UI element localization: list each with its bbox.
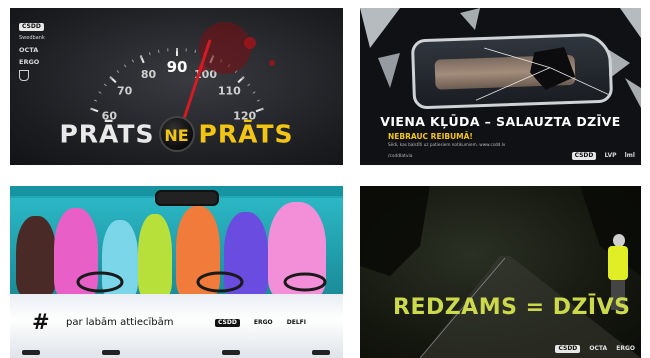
speed-minor-tick <box>123 64 127 68</box>
labam-slogan: par labām attiecībām <box>66 317 174 328</box>
logo-csdd: CSDD <box>571 152 597 160</box>
campaign-tile-viena-kluda[interactable]: VIENA KĻŪDA – SALAUZTA DZĪVE NEBRAUC REI… <box>360 8 641 165</box>
viena-subhead: NEBRAUC REIBUMĀ! <box>388 132 473 141</box>
logo-lml: lml <box>624 152 635 159</box>
bus-lights <box>22 349 342 355</box>
logo-lvp: LVP <box>604 152 617 159</box>
steering-wheels <box>76 271 327 293</box>
mirror-crack <box>475 47 612 101</box>
speed-minor-tick <box>157 49 160 53</box>
campaign-tile-redzams-dzivs[interactable]: REDZAMS = DZĪVS CSDD OCTA ERGO <box>360 186 641 358</box>
bus-cabin <box>10 198 343 298</box>
speed-minor-tick <box>247 83 251 87</box>
campaign-tile-prats[interactable]: CSDD Swedbank OCTA ERGO 60 70 80 90 100 110 12… <box>10 8 343 165</box>
reflective-vest <box>608 246 628 280</box>
redzams-headline: REDZAMS = DZĪVS <box>393 295 631 320</box>
logo-octa: OCTA <box>589 345 608 352</box>
viena-logos: CSDD LVP lml <box>571 152 635 160</box>
rearview-mirror <box>155 190 219 206</box>
rearview-mirror <box>410 32 614 110</box>
speed-minor-tick <box>131 59 135 63</box>
speed-label: 80 <box>141 68 157 81</box>
prats-headline: PRĀTS NE PRĀTS <box>10 116 343 152</box>
labam-logos: CSDD ERGO DELFI <box>215 319 318 327</box>
headline-word-right: PRĀTS <box>198 119 294 149</box>
speed-label: 70 <box>117 85 133 98</box>
blood-drop <box>269 60 275 66</box>
speed-minor-tick <box>116 70 120 73</box>
speed-minor-tick <box>194 49 197 53</box>
speed-label: 110 <box>218 85 241 98</box>
ne-badge: NE <box>158 116 195 152</box>
night-forest-graphic <box>360 186 641 358</box>
logo-csdd: CSDD <box>555 345 581 353</box>
speed-label: 90 <box>167 58 188 76</box>
viena-fineprint: Sēdi, kas balstīti uz patiesiem notikumi… <box>388 142 506 147</box>
speed-minor-tick <box>148 52 151 56</box>
redzams-logos: CSDD OCTA ERGO <box>548 345 635 353</box>
speed-minor-tick <box>256 99 261 102</box>
viena-headline: VIENA KĻŪDA – SALAUZTA DZĪVE <box>380 114 621 129</box>
hash-symbol: # <box>32 310 50 334</box>
headline-word-left: PRĀTS <box>59 119 155 149</box>
speed-minor-tick <box>98 91 102 94</box>
logo-ergo: ERGO <box>616 345 635 352</box>
speed-minor-tick <box>103 83 107 87</box>
logo-delfi: DELFI <box>286 319 306 326</box>
speed-minor-tick <box>93 99 98 102</box>
blood-drop <box>244 37 256 49</box>
logo-ergo: ERGO <box>253 319 273 326</box>
speed-minor-tick <box>252 91 256 94</box>
campaign-tile-labam-attiecibam[interactable]: # par labām attiecībām CSDD ERGO DELFI <box>10 186 343 358</box>
facebook-handle: /csddlatvia <box>388 154 413 159</box>
logo-csdd: CSDD <box>215 319 240 327</box>
